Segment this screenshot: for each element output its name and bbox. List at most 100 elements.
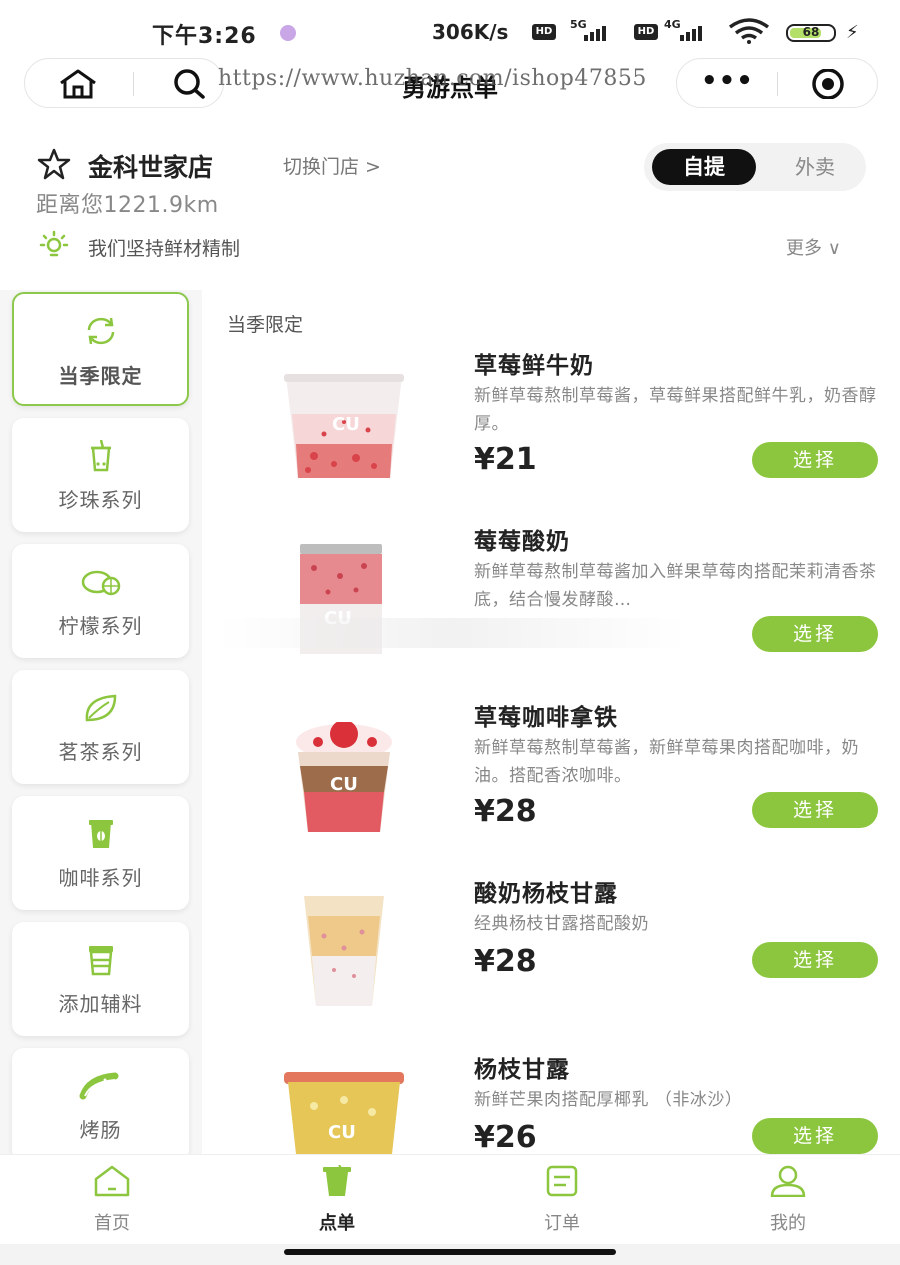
category-sidebar: 当季限定 珍珠系列 柠檬系列 茗茶系列 咖啡系列 添加辅料 烤肠 — [0, 290, 202, 1154]
blurred-price-area — [218, 618, 688, 648]
product-price: ¥28 — [474, 794, 537, 829]
product-description: 新鲜草莓熬制草莓酱，新鲜草莓果肉搭配咖啡，奶油。搭配香浓咖啡。 — [474, 738, 859, 786]
user-icon — [728, 1165, 848, 1199]
notice-more-link[interactable]: 更多 ∨ — [786, 234, 841, 260]
tab-order[interactable]: 点单 — [277, 1165, 397, 1235]
target-icon[interactable] — [807, 68, 849, 103]
category-item-sausage[interactable]: 烤肠 — [12, 1048, 189, 1154]
svg-text:CU: CU — [328, 1122, 356, 1143]
lightbulb-icon — [36, 230, 72, 264]
select-button[interactable]: 选择 — [752, 1118, 878, 1154]
section-title: 当季限定 — [227, 314, 304, 336]
product-image: CU — [284, 374, 404, 486]
product-item[interactable]: CU 草莓咖啡拿铁 新鲜草莓熬制草莓酱，新鲜草莓果肉搭配咖啡，奶油。搭配香浓咖啡… — [202, 698, 900, 868]
product-description: 新鲜草莓熬制草莓酱，草莓鲜果搭配鲜牛乳，奶香醇厚。 — [474, 386, 877, 434]
nav-divider — [777, 72, 778, 96]
product-item[interactable]: CU 草莓鲜牛奶 新鲜草莓熬制草莓酱，草莓鲜果搭配鲜牛乳，奶香醇厚。 ¥21 选… — [202, 346, 900, 516]
category-label: 添加辅料 — [58, 992, 143, 1016]
signal-bars-icon — [584, 26, 606, 41]
lemon-icon — [12, 566, 189, 598]
tab-label: 订单 — [544, 1213, 580, 1234]
nav-divider — [133, 72, 134, 96]
tab-label: 首页 — [94, 1213, 130, 1234]
order-cup-icon — [277, 1165, 397, 1199]
store-distance: 距离您1221.9km — [36, 193, 219, 218]
svg-text:CU: CU — [330, 774, 358, 795]
nav-right-capsule: ••• — [676, 58, 878, 108]
category-label: 柠檬系列 — [58, 614, 143, 638]
category-label: 茗茶系列 — [58, 740, 143, 764]
product-price: ¥28 — [474, 944, 537, 979]
product-description: 新鲜芒果肉搭配厚椰乳 （非冰沙） — [474, 1090, 743, 1110]
nav-left-capsule — [24, 58, 224, 108]
select-button[interactable]: 选择 — [752, 616, 878, 652]
bubble-tea-icon — [12, 440, 189, 472]
product-price: ¥26 — [474, 1120, 537, 1155]
category-item-coffee[interactable]: 咖啡系列 — [12, 796, 189, 910]
watermark-url: https://www.huzhan.com/ishop47855 — [218, 66, 647, 91]
pickup-option[interactable]: 自提 — [652, 149, 756, 185]
bottom-tab-bar: 首页 点单 订单 我的 — [0, 1154, 900, 1244]
product-description: 新鲜草莓熬制草莓酱加入鲜果草莓肉搭配茉莉清香茶底，结合慢发酵酸… — [474, 562, 877, 610]
category-item-lemon[interactable]: 柠檬系列 — [12, 544, 189, 658]
product-name: 草莓咖啡拿铁 — [474, 705, 618, 731]
status-time: 下午3:26 — [152, 24, 257, 49]
product-image: CU — [284, 720, 394, 838]
delivery-option[interactable]: 外卖 — [772, 149, 858, 185]
battery-icon: 68 — [786, 24, 836, 42]
product-name: 杨枝甘露 — [474, 1057, 570, 1083]
select-button[interactable]: 选择 — [752, 792, 878, 828]
svg-text:CU: CU — [332, 414, 360, 435]
home-outline-icon — [52, 1165, 172, 1199]
tab-orders[interactable]: 订单 — [502, 1165, 622, 1235]
network-type-2: 4G — [664, 18, 681, 31]
home-icon[interactable] — [57, 69, 99, 103]
coffee-cup-icon — [12, 818, 189, 850]
category-label: 珍珠系列 — [58, 488, 143, 512]
home-indicator[interactable] — [284, 1249, 616, 1255]
tab-home[interactable]: 首页 — [52, 1165, 172, 1235]
category-label: 咖啡系列 — [58, 866, 143, 890]
product-item[interactable]: 酸奶杨枝甘露 经典杨枝甘露搭配酸奶 ¥28 选择 — [202, 874, 900, 1044]
select-button[interactable]: 选择 — [752, 942, 878, 978]
product-image — [284, 896, 394, 1012]
product-name: 莓莓酸奶 — [474, 529, 570, 555]
notification-dot-icon — [280, 25, 296, 41]
tab-profile[interactable]: 我的 — [728, 1165, 848, 1235]
sausage-icon — [12, 1070, 189, 1102]
tab-label: 我的 — [770, 1213, 806, 1234]
tab-label: 点单 — [319, 1213, 355, 1234]
select-button[interactable]: 选择 — [752, 442, 878, 478]
store-name: 金科世家店 — [88, 153, 214, 182]
category-item-toppings[interactable]: 添加辅料 — [12, 922, 189, 1036]
receipt-icon — [502, 1165, 622, 1199]
switch-store-link[interactable]: 切换门店 > — [283, 152, 381, 179]
store-notice: 我们坚持鲜材精制 — [88, 238, 241, 260]
product-description: 经典杨枝甘露搭配酸奶 — [474, 914, 649, 934]
status-bar: 下午3:26 306K/s HD 5G HD 4G 68 ⚡ — [0, 0, 900, 62]
category-item-tea[interactable]: 茗茶系列 — [12, 670, 189, 784]
favorite-star-icon[interactable] — [36, 148, 72, 184]
product-name: 酸奶杨枝甘露 — [474, 881, 618, 907]
product-item[interactable]: CU 莓莓酸奶 新鲜草莓熬制草莓酱加入鲜果草莓肉搭配茉莉清香茶底，结合慢发酵酸…… — [202, 522, 900, 692]
product-image: CU — [284, 1072, 404, 1158]
product-name: 草莓鲜牛奶 — [474, 353, 594, 379]
hd-badge-1: HD — [532, 24, 556, 40]
wifi-icon — [728, 18, 770, 48]
battery-level: 68 — [802, 25, 820, 39]
more-icon[interactable]: ••• — [701, 68, 754, 94]
pickup-delivery-toggle: 自提 外卖 — [644, 143, 866, 191]
network-speed: 306K/s — [432, 20, 509, 44]
category-label: 当季限定 — [58, 364, 143, 388]
product-price: ¥21 — [474, 442, 537, 477]
category-item-pearl[interactable]: 珍珠系列 — [12, 418, 189, 532]
leaf-icon — [12, 692, 189, 724]
hd-badge-2: HD — [634, 24, 658, 40]
search-icon[interactable] — [171, 69, 211, 103]
category-label: 烤肠 — [79, 1118, 122, 1142]
cup-icon — [12, 944, 189, 976]
signal-bars-icon — [680, 26, 702, 41]
charging-icon: ⚡ — [846, 22, 859, 43]
category-item-seasonal[interactable]: 当季限定 — [12, 292, 189, 406]
refresh-icon — [14, 316, 187, 346]
